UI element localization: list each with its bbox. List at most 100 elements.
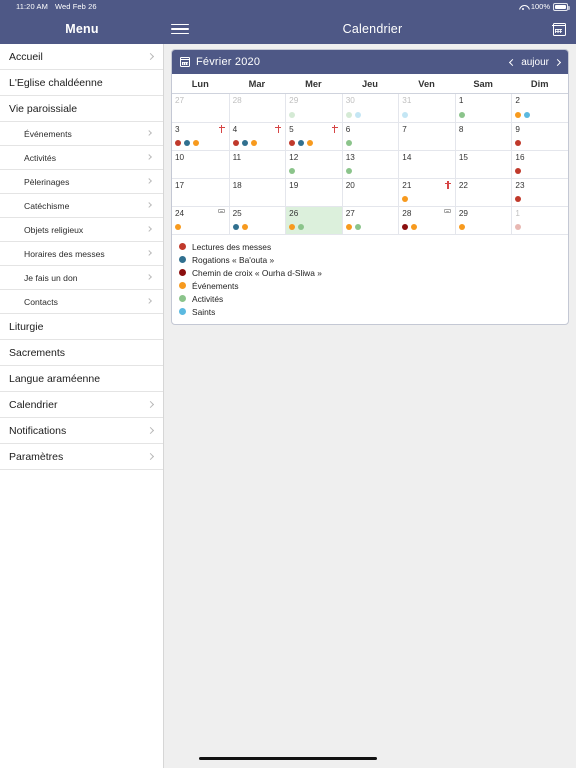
legend-dot-activites: [179, 295, 186, 302]
chevron-right-icon[interactable]: [553, 58, 562, 66]
weekday-ven: Ven: [418, 78, 435, 89]
day-cell[interactable]: 7: [398, 123, 455, 150]
day-event-dots: [402, 224, 418, 230]
sidebar-item-p-lerinages[interactable]: Pèlerinages: [0, 170, 163, 194]
day-number: 15: [458, 153, 468, 162]
today-label[interactable]: aujour: [521, 57, 549, 68]
day-cell[interactable]: 14: [398, 151, 455, 178]
day-cell[interactable]: 6: [341, 123, 399, 150]
day-cell[interactable]: 29: [454, 207, 512, 234]
event-dot-activites: [345, 140, 352, 146]
weekday-mer: Mer: [305, 78, 322, 89]
chevron-right-icon: [146, 52, 155, 61]
sidebar-menu-list: Accueil L'Eglise chaldéenne Vie paroissial…: [0, 44, 163, 470]
legend-item: Saints: [179, 305, 568, 318]
day-cell[interactable]: 27: [172, 94, 229, 122]
day-number: 13: [345, 153, 355, 162]
day-cell[interactable]: 13: [341, 151, 399, 178]
day-cell[interactable]: 26: [285, 207, 342, 234]
day-number: 7: [402, 125, 407, 134]
day-event-dots: [289, 112, 296, 118]
sidebar-item-accueil[interactable]: Accueil: [0, 44, 163, 70]
day-cell[interactable]: 5: [285, 123, 342, 150]
sidebar-item-je-fais-un-don[interactable]: Je fais un don: [0, 266, 163, 290]
sidebar: Accueil L'Eglise chaldéenne Vie paroissial…: [0, 44, 164, 768]
day-number: 10: [175, 153, 185, 162]
day-cell[interactable]: 31: [398, 94, 455, 122]
sidebar-item-label: Événements: [24, 128, 72, 139]
sidebar-item-label: L'Eglise chaldéenne: [9, 76, 103, 89]
calendar-week-row: 17 18 19 20 21 22 23: [172, 178, 568, 206]
battery-icon: [553, 3, 570, 11]
day-event-dots: [345, 112, 361, 118]
chevron-right-icon: [145, 154, 152, 161]
day-cell[interactable]: 30: [341, 94, 399, 122]
battery-percent: 100%: [530, 2, 550, 11]
sidebar-item-activit-s[interactable]: Activités: [0, 146, 163, 170]
day-cell[interactable]: 20: [341, 179, 399, 206]
sidebar-item-l-eglise-chald-enne[interactable]: L'Eglise chaldéenne: [0, 70, 163, 96]
day-cell[interactable]: 29: [285, 94, 342, 122]
day-cell[interactable]: 22: [454, 179, 512, 206]
sidebar-item-cat-chisme[interactable]: Catéchisme: [0, 194, 163, 218]
calendar-icon-button[interactable]: [542, 22, 576, 36]
day-cell[interactable]: 12: [285, 151, 342, 178]
day-cell[interactable]: 16: [511, 151, 568, 178]
sidebar-item-v-nements[interactable]: Événements: [0, 122, 163, 146]
day-event-dots: [402, 196, 409, 202]
day-cell[interactable]: 10: [172, 151, 229, 178]
sidebar-item-param-tres[interactable]: Paramètres: [0, 444, 163, 470]
day-cell[interactable]: 1: [511, 207, 568, 234]
sidebar-item-liturgie[interactable]: Liturgie: [0, 314, 163, 340]
day-marker-icon: [218, 125, 225, 133]
day-cell[interactable]: 1: [454, 94, 512, 122]
calendar-today-nav[interactable]: aujour: [509, 57, 562, 68]
day-cell[interactable]: 27: [341, 207, 399, 234]
day-cell[interactable]: 25: [228, 207, 286, 234]
event-dot-activites: [458, 112, 465, 118]
sidebar-item-vie-paroissiale[interactable]: Vie paroissiale: [0, 96, 163, 122]
sidebar-item-label: Notifications: [9, 424, 67, 437]
status-bar: 11:20 AM Wed Feb 26 100%: [0, 0, 576, 14]
day-cell[interactable]: 11: [228, 151, 286, 178]
sidebar-item-langue-aram-enne[interactable]: Langue araméenne: [0, 366, 163, 392]
event-dot-rogations: [184, 140, 190, 146]
sidebar-item-horaires-des-messes[interactable]: Horaires des messes: [0, 242, 163, 266]
day-cell[interactable]: 9: [511, 123, 568, 150]
day-cell[interactable]: 15: [454, 151, 512, 178]
sidebar-item-sacrements[interactable]: Sacrements: [0, 340, 163, 366]
legend-label: Chemin de croix « Ourha d-Sliwa »: [192, 267, 322, 278]
calendar-icon: [179, 57, 191, 67]
event-dot-activites: [298, 224, 305, 230]
day-event-dots: [515, 140, 522, 146]
day-cell[interactable]: 21: [398, 179, 455, 206]
day-cell[interactable]: 18: [228, 179, 286, 206]
day-number: 27: [345, 209, 355, 218]
sidebar-item-label: Contacts: [24, 296, 58, 307]
day-cell[interactable]: 4: [228, 123, 286, 150]
day-cell[interactable]: 28: [228, 94, 286, 122]
sidebar-item-calendrier[interactable]: Calendrier: [0, 392, 163, 418]
main-content: Février 2020 aujour Lun Mar Mer Jeu Ven Sam Di…: [164, 44, 576, 768]
sidebar-item-label: Sacrements: [9, 346, 66, 359]
event-dot-lectures: [289, 140, 296, 146]
day-cell[interactable]: 2: [511, 94, 568, 122]
day-number: 23: [515, 181, 525, 190]
day-cell[interactable]: 8: [454, 123, 512, 150]
day-event-dots: [402, 112, 409, 118]
chevron-left-icon[interactable]: [509, 58, 517, 66]
day-cell[interactable]: 3: [172, 123, 229, 150]
hamburger-icon[interactable]: [171, 23, 203, 35]
weekday-sam: Sam: [473, 78, 493, 89]
day-cell[interactable]: 17: [172, 179, 229, 206]
day-cell[interactable]: 28: [398, 207, 455, 234]
day-cell[interactable]: 23: [511, 179, 568, 206]
sidebar-item-contacts[interactable]: Contacts: [0, 290, 163, 314]
sidebar-item-notifications[interactable]: Notifications: [0, 418, 163, 444]
day-event-dots: [458, 112, 465, 118]
legend-item: Chemin de croix « Ourha d-Sliwa »: [179, 266, 568, 279]
day-cell[interactable]: 19: [285, 179, 342, 206]
sidebar-item-objets-religieux[interactable]: Objets religieux: [0, 218, 163, 242]
day-cell[interactable]: 24: [172, 207, 229, 234]
page-title: Calendrier: [342, 22, 403, 36]
